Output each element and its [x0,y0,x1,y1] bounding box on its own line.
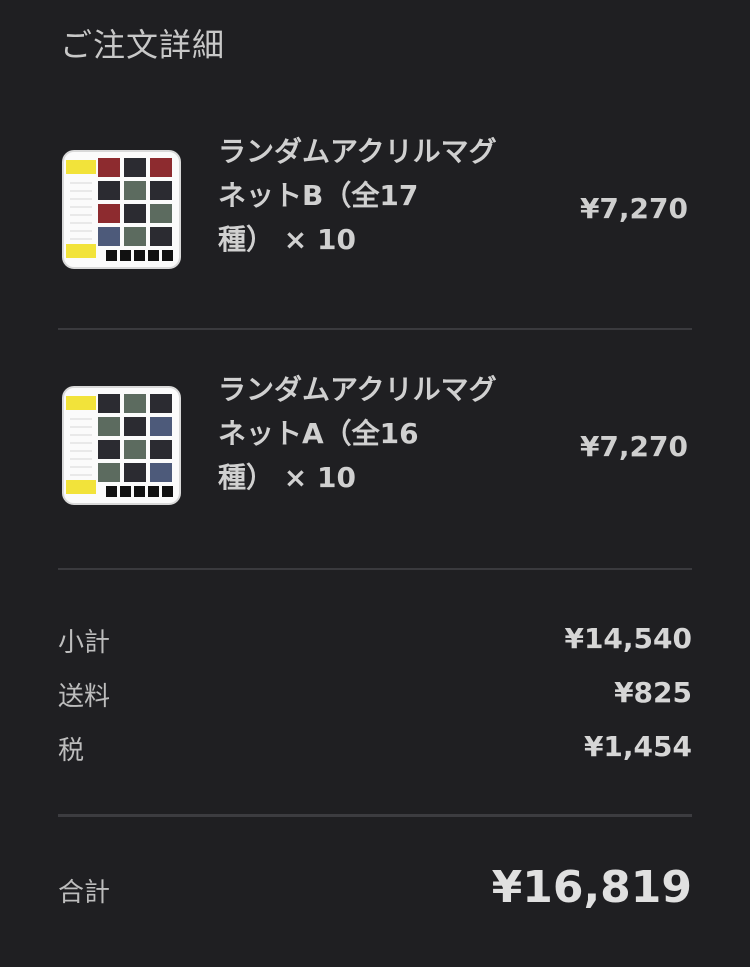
thumbnail-band [66,396,96,410]
item-name: ランダムアクリルマグ ネットA（全16 種） × 10 [218,373,497,494]
page-title: ご注文詳細 [60,26,226,64]
thumbnail-band [66,480,96,494]
tax-label: 税 [58,736,85,766]
thumbnail-lines [70,182,92,242]
item-name: ランダムアクリルマグ ネットB（全17 種） × 10 [218,135,497,256]
shipping-row: 送料 ¥825 [58,676,692,716]
tax-row: 税 ¥1,454 [58,730,692,770]
thumbnail-lines [70,418,92,478]
item-price: ¥7,270 [579,430,688,463]
shipping-value: ¥825 [614,676,692,709]
item-price: ¥7,270 [579,192,688,225]
thumbnail-blackrow [106,250,173,261]
divider [58,814,692,817]
thumbnail-grid [98,158,172,246]
thumbnail-band [66,160,96,174]
total-row: 合計 ¥16,819 [58,862,692,922]
tax-value: ¥1,454 [583,730,692,763]
subtotal-label: 小計 [58,628,111,658]
shipping-label: 送料 [58,682,111,712]
product-thumbnail[interactable] [62,386,181,505]
thumbnail-blackrow [106,486,173,497]
subtotal-row: 小計 ¥14,540 [58,622,692,662]
total-label: 合計 [58,878,111,908]
subtotal-value: ¥14,540 [564,622,692,655]
divider [58,328,692,330]
product-thumbnail[interactable] [62,150,181,269]
order-item[interactable]: ランダムアクリルマグ ネットA（全16 種） × 10 ¥7,270 [58,368,692,568]
thumbnail-band [66,244,96,258]
thumbnail-grid [98,394,172,482]
divider [58,568,692,570]
order-item[interactable]: ランダムアクリルマグ ネットB（全17 種） × 10 ¥7,270 [58,130,692,330]
total-value: ¥16,819 [491,862,692,913]
